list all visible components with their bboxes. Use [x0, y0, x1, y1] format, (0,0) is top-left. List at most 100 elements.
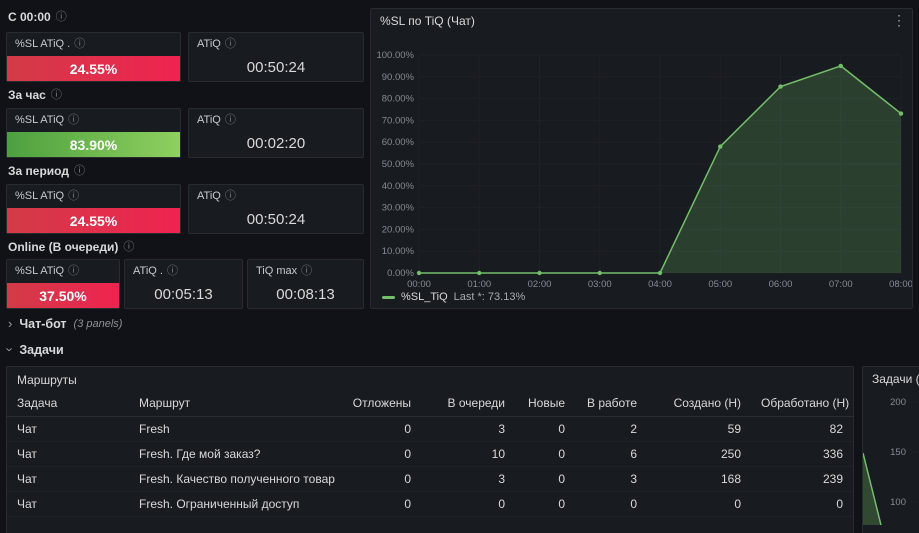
row-header-tasks[interactable]: › Задачи — [3, 342, 64, 357]
info-icon[interactable]: ⓘ — [56, 11, 67, 23]
panel-menu-icon[interactable]: ⋮ — [892, 13, 906, 27]
section-label: С 00:00 — [8, 10, 51, 24]
column-header[interactable]: В очереди — [421, 391, 515, 417]
table-cell: Fresh. Качество полученного товара — [129, 466, 335, 492]
info-icon[interactable]: ⓘ — [225, 114, 236, 126]
info-icon[interactable]: ⓘ — [225, 190, 236, 202]
panel-title: ATiQ ⓘ — [189, 33, 363, 50]
info-icon[interactable]: ⓘ — [68, 265, 79, 277]
panel-title: ATiQ ⓘ — [189, 185, 363, 202]
svg-text:90.00%: 90.00% — [382, 72, 415, 83]
svg-text:100: 100 — [890, 497, 906, 508]
table-cell: Чат — [7, 491, 129, 517]
stat-value: 00:02:20 — [246, 134, 306, 152]
routes-table-panel: Маршруты Задача Маршрут Отложены В очереди Н… — [6, 366, 854, 533]
info-icon[interactable]: ⓘ — [74, 38, 85, 50]
svg-text:01:00: 01:00 — [467, 279, 491, 290]
svg-text:200: 200 — [890, 397, 906, 408]
svg-text:30.00%: 30.00% — [382, 203, 415, 214]
section-label: За период — [8, 164, 69, 178]
table-row: Чат Fresh 0 3 0 2 59 82 — [7, 416, 853, 442]
panel-title-text: ATiQ . — [133, 265, 163, 277]
stat-panel-sl-atiq-day: %SL ATiQ . ⓘ 24.55% — [6, 32, 181, 82]
svg-text:70.00%: 70.00% — [382, 115, 415, 126]
table-cell: 59 — [647, 416, 751, 442]
stat-panel-tiq-max: TiQ max ⓘ 00:08:13 — [247, 259, 364, 309]
svg-text:50.00%: 50.00% — [382, 159, 415, 170]
svg-text:00:00: 00:00 — [407, 279, 431, 290]
column-header[interactable]: Обработано (Н) — [751, 391, 853, 417]
stat-panel-atiq-hour: ATiQ ⓘ 00:02:20 — [188, 108, 364, 158]
section-label: Online (В очереди) — [8, 240, 119, 254]
column-header[interactable]: Создано (Н) — [647, 391, 751, 417]
table-panel-title[interactable]: Маршруты — [7, 367, 853, 391]
table-cell: 3 — [421, 416, 515, 442]
table-cell: Fresh. Ограниченный доступ — [129, 491, 335, 517]
column-header[interactable]: Новые — [515, 391, 575, 417]
info-icon[interactable]: ⓘ — [74, 165, 85, 177]
table-cell: 0 — [335, 416, 421, 442]
table-cell: 0 — [421, 491, 515, 517]
panel-title: ATiQ . ⓘ — [125, 260, 242, 277]
panel-title: %SL ATiQ ⓘ — [7, 109, 180, 126]
column-header[interactable]: Маршрут — [129, 391, 335, 417]
info-icon[interactable]: ⓘ — [225, 38, 236, 50]
panel-title-text: %SL ATiQ — [15, 265, 65, 277]
table-cell: 0 — [751, 491, 853, 517]
chart-panel-sl-tiq: %SL по TiQ (Чат) ⋮ 0.00% 10.00% 20.00% 30.0… — [370, 8, 913, 309]
table-cell: Fresh — [129, 416, 335, 442]
info-icon[interactable]: ⓘ — [51, 89, 62, 101]
chart-panel-tasks-chat: Задачи (Чат 200 150 100 — [862, 366, 919, 533]
stat-panel-atiq-period: ATiQ ⓘ 00:50:24 — [188, 184, 364, 234]
info-icon[interactable]: ⓘ — [167, 265, 178, 277]
stat-value: 24.55% — [7, 56, 180, 81]
column-header[interactable]: Отложены — [335, 391, 421, 417]
table-cell: 0 — [647, 491, 751, 517]
table-cell: 0 — [515, 416, 575, 442]
row-label: Чат-бот — [19, 316, 67, 331]
stat-value: 37.50% — [7, 283, 119, 308]
info-icon[interactable]: ⓘ — [68, 190, 79, 202]
chart-panel-title[interactable]: Задачи (Чат — [872, 372, 919, 386]
stat-value: 00:50:24 — [246, 58, 306, 76]
stat-value: 00:50:24 — [246, 210, 306, 228]
table-cell: 6 — [575, 441, 647, 467]
svg-text:04:00: 04:00 — [648, 279, 672, 290]
svg-text:80.00%: 80.00% — [382, 94, 415, 105]
tasks-chart-canvas: 200 150 100 — [863, 397, 919, 526]
table-row: Чат Fresh. Где мой заказ? 0 10 0 6 250 336 — [7, 441, 853, 467]
svg-text:05:00: 05:00 — [708, 279, 732, 290]
panel-title: %SL ATiQ ⓘ — [7, 185, 180, 202]
table-cell: 0 — [515, 466, 575, 492]
panel-title-text: %SL ATiQ — [15, 114, 65, 126]
svg-text:40.00%: 40.00% — [382, 181, 415, 192]
table-cell: 0 — [515, 491, 575, 517]
table-cell: Чат — [7, 466, 129, 492]
table-cell: 3 — [421, 466, 515, 492]
table-row: Чат Fresh. Качество полученного товара 0 3 0… — [7, 466, 853, 492]
column-header[interactable]: Задача — [7, 391, 129, 417]
table-row: Чат Fresh. Ограниченный доступ 0 0 0 0 0 0 — [7, 491, 853, 517]
info-icon[interactable]: ⓘ — [68, 114, 79, 126]
info-icon[interactable]: ⓘ — [123, 241, 134, 253]
panel-title-text: %SL ATiQ . — [15, 38, 71, 50]
table-cell: 250 — [647, 441, 751, 467]
panel-title-text: ATiQ — [197, 114, 221, 126]
column-header[interactable]: В работе — [575, 391, 647, 417]
dashboard: С 00:00 ⓘ %SL ATiQ . ⓘ 24.55% ATiQ ⓘ 00:… — [0, 0, 919, 533]
legend-series-name[interactable]: %SL_TiQ — [401, 291, 448, 303]
chart-panel-title[interactable]: %SL по TiQ (Чат) — [380, 14, 475, 28]
panel-title: TiQ max ⓘ — [248, 260, 363, 277]
panel-title: %SL ATiQ ⓘ — [7, 260, 119, 277]
row-header-chatbot[interactable]: › Чат-бот (3 panels) — [8, 316, 122, 331]
stat-value: 00:05:13 — [154, 285, 213, 303]
table-cell: Чат — [7, 416, 129, 442]
stat-panel-atiq-online: ATiQ . ⓘ 00:05:13 — [124, 259, 243, 309]
info-icon[interactable]: ⓘ — [301, 265, 312, 277]
section-title-from-midnight: С 00:00 ⓘ — [8, 10, 67, 24]
stat-panel-sl-atiq-period: %SL ATiQ ⓘ 24.55% — [6, 184, 181, 234]
svg-text:60.00%: 60.00% — [382, 137, 415, 148]
table-header-row: Задача Маршрут Отложены В очереди Новые В раб… — [7, 391, 853, 417]
svg-text:150: 150 — [890, 447, 906, 458]
stat-panel-atiq-day: ATiQ ⓘ 00:50:24 — [188, 32, 364, 82]
